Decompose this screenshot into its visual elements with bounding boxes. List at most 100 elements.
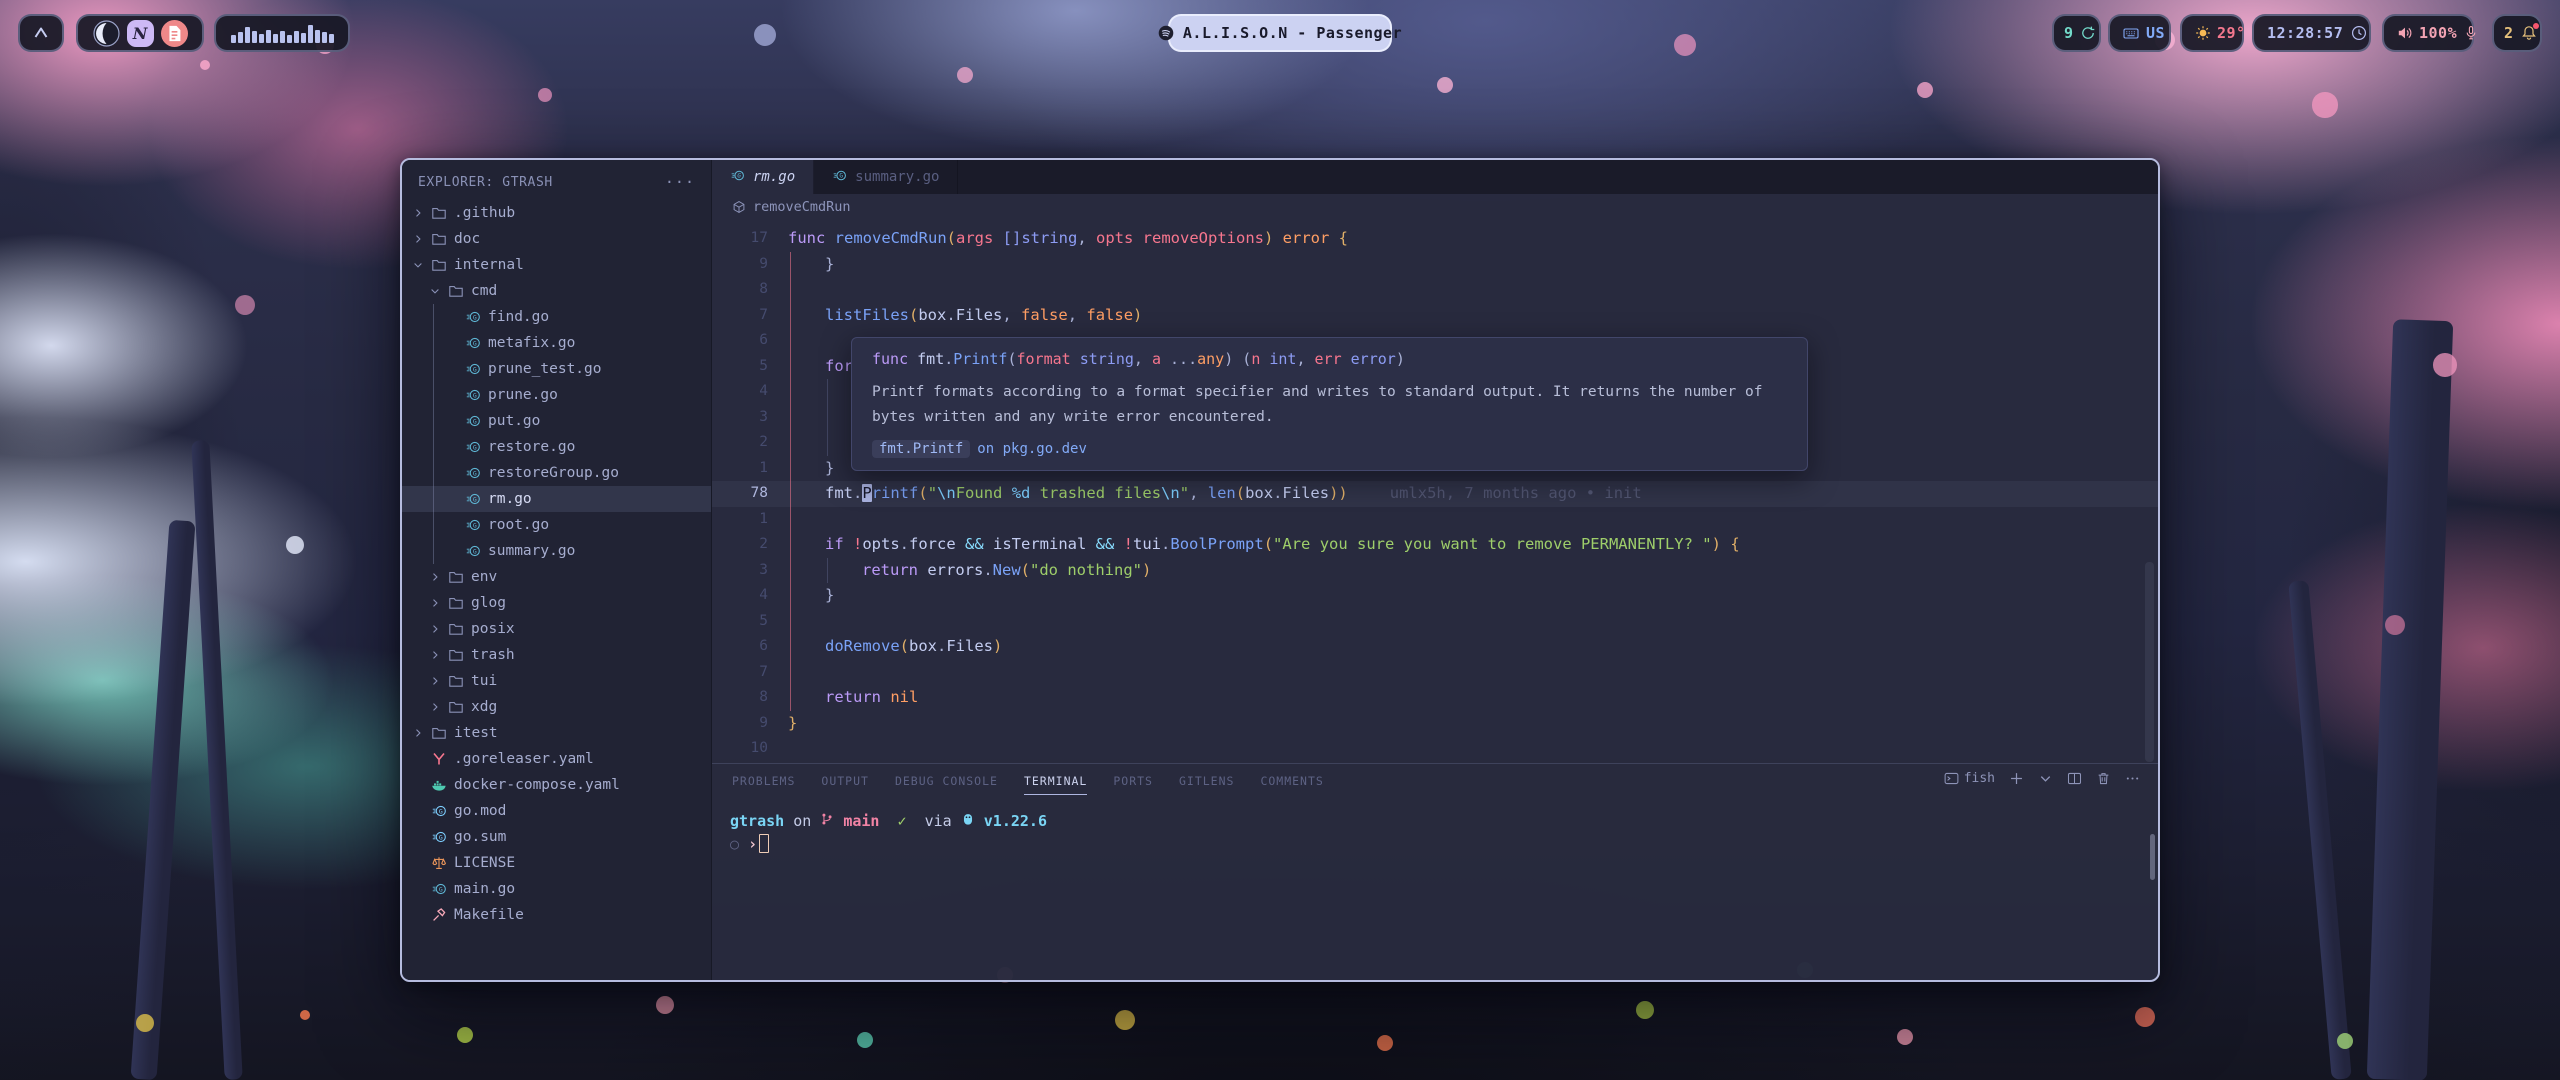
tree-item-env[interactable]: env: [402, 564, 711, 590]
shell-selector[interactable]: fish: [1944, 771, 1995, 786]
tree-item-label: main.go: [454, 881, 515, 897]
tree-item-prune-test-go[interactable]: Gprune_test.go: [402, 356, 711, 382]
line-number: 1: [712, 507, 768, 533]
svg-text:G: G: [473, 521, 477, 529]
app-launcher-button[interactable]: [18, 14, 64, 52]
tree-item-label: trash: [471, 647, 515, 663]
code-line: 7listFiles(box.Files, false, false): [712, 303, 2158, 329]
tree-item-license[interactable]: LICENSE: [402, 850, 711, 876]
svg-text:G: G: [473, 313, 477, 321]
media-player-widget[interactable]: A.L.I.S.O.N - Passenger: [1168, 14, 1392, 52]
tree-item-label: find.go: [488, 309, 549, 325]
line-number: 5: [712, 354, 768, 380]
panel-tab-gitlens[interactable]: GITLENS: [1179, 766, 1234, 794]
editor-tab-bar: Grm.goGsummary.go: [712, 160, 2158, 194]
tree-item-summary-go[interactable]: Gsummary.go: [402, 538, 711, 564]
documents-app-icon[interactable]: [161, 20, 188, 47]
svg-text:G: G: [473, 469, 477, 477]
tooltip-doc-link[interactable]: fmt.Printf on pkg.go.dev: [872, 440, 1787, 458]
breadcrumb[interactable]: removeCmdRun: [712, 194, 2158, 220]
code-area[interactable]: func fmt.Printf(format string, a ...any)…: [712, 220, 2158, 763]
desktop: N A.L.I.S.O.N - Passenger 9 US 29° 12:28…: [0, 0, 2560, 1080]
tree-item-makefile[interactable]: Makefile: [402, 902, 711, 928]
terminal-dropdown-chevron[interactable]: [2038, 771, 2053, 786]
notification-count: 2: [2504, 24, 2514, 42]
folder-icon: [448, 569, 465, 585]
tree-item-internal[interactable]: internal: [402, 252, 711, 278]
tree-item-find-go[interactable]: Gfind.go: [402, 304, 711, 330]
tree-item-itest[interactable]: itest: [402, 720, 711, 746]
updates-module[interactable]: 9: [2052, 14, 2101, 52]
tree-item-restore-go[interactable]: Grestore.go: [402, 434, 711, 460]
tree-item-label: rm.go: [488, 491, 532, 507]
tree-item-main-go[interactable]: Gmain.go: [402, 876, 711, 902]
tree-item-glog[interactable]: glog: [402, 590, 711, 616]
split-terminal-button[interactable]: [2067, 771, 2082, 786]
tooltip-description: Printf formats according to a format spe…: [872, 380, 1787, 430]
tooltip-signature: func fmt.Printf(format string, a ...any)…: [872, 350, 1787, 368]
tab-rm-go[interactable]: Grm.go: [712, 160, 814, 194]
panel-tab-problems[interactable]: PROBLEMS: [732, 766, 795, 794]
tree-item-tui[interactable]: tui: [402, 668, 711, 694]
file-tree: .githubdocinternalcmdGfind.goGmetafix.go…: [402, 200, 711, 980]
tree-item-trash[interactable]: trash: [402, 642, 711, 668]
new-terminal-button[interactable]: [2009, 771, 2024, 786]
terminal[interactable]: gtrash on main ✓ via v1.22.6○ ›: [712, 796, 2158, 856]
indent-guide: [827, 558, 828, 584]
tree-item-label: prune_test.go: [488, 361, 602, 377]
panel-tab-terminal[interactable]: TERMINAL: [1024, 766, 1087, 795]
notifications-module[interactable]: 2: [2492, 14, 2542, 52]
keyboard-layout-module[interactable]: US: [2108, 14, 2171, 52]
explorer-more-actions-button[interactable]: ···: [665, 173, 695, 191]
tree-item-label: internal: [454, 257, 524, 273]
tree-item-root-go[interactable]: Groot.go: [402, 512, 711, 538]
terminal-icon: [1944, 771, 1959, 786]
terminal-scrollbar[interactable]: [2150, 834, 2155, 880]
panel-tab-comments[interactable]: COMMENTS: [1260, 766, 1323, 794]
chevron-right-icon: [429, 597, 442, 609]
code-text: return errors.New("do nothing"): [788, 558, 1151, 584]
tree-item-docker-compose-yaml[interactable]: docker-compose.yaml: [402, 772, 711, 798]
clock-module[interactable]: 12:28:57: [2252, 14, 2371, 52]
browser-icon[interactable]: [93, 20, 120, 47]
panel-tab-output[interactable]: OUTPUT: [821, 766, 869, 794]
tree-item--github[interactable]: .github: [402, 200, 711, 226]
tree-item-prune-go[interactable]: Gprune.go: [402, 382, 711, 408]
tree-item-go-mod[interactable]: Ggo.mod: [402, 798, 711, 824]
svg-text:G: G: [473, 339, 477, 347]
notes-app-icon[interactable]: N: [127, 20, 154, 47]
tree-item-posix[interactable]: posix: [402, 616, 711, 642]
tree-item-label: LICENSE: [454, 855, 515, 871]
explorer-header: EXPLORER: GTRASH: [418, 175, 553, 190]
panel-tab-debug-console[interactable]: DEBUG CONSOLE: [895, 766, 998, 794]
go-icon: G: [465, 517, 482, 533]
chevron-right-icon: [429, 701, 442, 713]
svg-text:G: G: [473, 547, 477, 555]
weather-module[interactable]: 29°: [2180, 14, 2244, 52]
tree-item-label: put.go: [488, 413, 540, 429]
tree-item-label: summary.go: [488, 543, 575, 559]
panel-tab-ports[interactable]: PORTS: [1113, 766, 1153, 794]
tree-item-rm-go[interactable]: Grm.go: [402, 486, 711, 512]
tree-item-go-sum[interactable]: Ggo.sum: [402, 824, 711, 850]
folder-icon: [431, 257, 448, 273]
tree-item-doc[interactable]: doc: [402, 226, 711, 252]
kill-terminal-button[interactable]: [2096, 771, 2111, 786]
panel-more-button[interactable]: [2125, 771, 2140, 786]
tree-item-xdg[interactable]: xdg: [402, 694, 711, 720]
code-line: 7: [712, 660, 2158, 686]
line-number: 2: [712, 532, 768, 558]
tab-summary-go[interactable]: Gsummary.go: [814, 160, 958, 194]
audio-module[interactable]: 100%: [2382, 14, 2474, 52]
folder-icon: [448, 621, 465, 637]
tree-item--goreleaser-yaml[interactable]: .goreleaser.yaml: [402, 746, 711, 772]
tree-item-restoregroup-go[interactable]: GrestoreGroup.go: [402, 460, 711, 486]
line-number: 6: [712, 634, 768, 660]
tree-item-cmd[interactable]: cmd: [402, 278, 711, 304]
tree-item-label: restoreGroup.go: [488, 465, 619, 481]
go-icon: G: [465, 491, 482, 507]
code-editor-window: EXPLORER: GTRASH ··· .githubdoc internal c…: [400, 158, 2160, 982]
tree-item-metafix-go[interactable]: Gmetafix.go: [402, 330, 711, 356]
tree-item-put-go[interactable]: Gput.go: [402, 408, 711, 434]
line-number: 3: [712, 405, 768, 431]
